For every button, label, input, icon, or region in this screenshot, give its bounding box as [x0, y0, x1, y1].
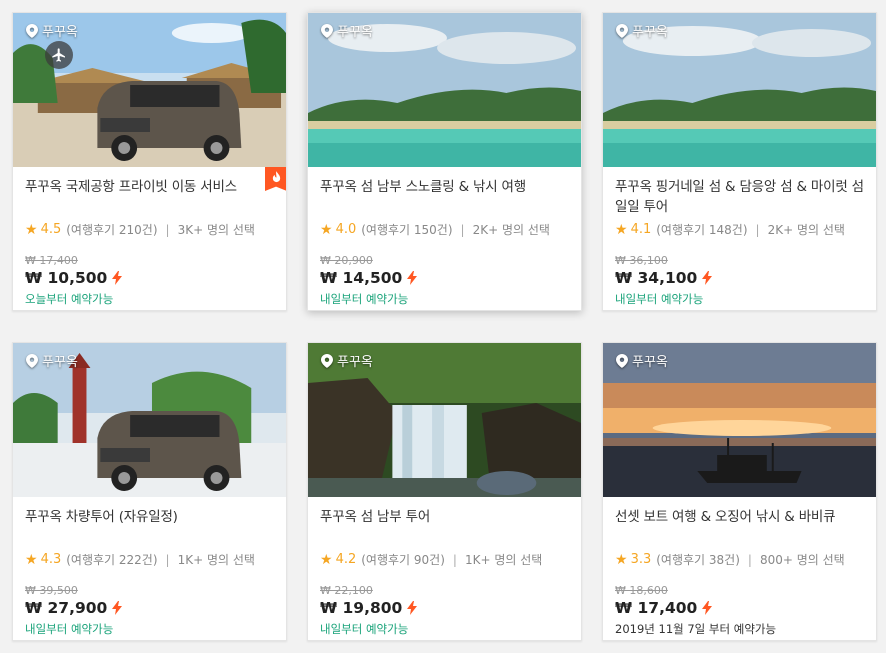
rating-value: 4.1 [630, 222, 652, 237]
review-count: (여행후기 210건) [66, 223, 158, 237]
product-image[interactable]: 푸꾸옥 [13, 343, 286, 497]
product-card-island-tour[interactable]: 푸꾸옥 푸꾸옥 핑거네일 섬 & 담응앙 섬 & 마이럿 섬 일일 투어 ★ 4… [602, 12, 877, 311]
product-title: 푸꾸옥 핑거네일 섬 & 담응앙 섬 & 마이럿 섬 일일 투어 [615, 179, 864, 215]
rating-row: ★ 4.0 (여행후기 150건) | 2K+ 명의 선택 [320, 221, 569, 238]
availability-text: 내일부터 예약가능 [615, 292, 704, 306]
location-pin-icon [26, 23, 38, 38]
sale-price: ₩ 19,800 [320, 599, 403, 617]
rating-row: ★ 3.3 (여행후기 38건) | 800+ 명의 선택 [615, 551, 864, 568]
review-count: (여행후기 90건) [361, 553, 445, 567]
review-count: (여행후기 148건) [656, 223, 748, 237]
lightning-icon [112, 271, 123, 285]
selection-count: 2K+ 명의 선택 [767, 223, 845, 237]
location-label: 푸꾸옥 [616, 351, 668, 370]
star-icon: ★ [615, 551, 628, 568]
product-card-car-tour[interactable]: 푸꾸옥 푸꾸옥 차량투어 (자유일정) ★ 4.3 (여행후기 222건) | … [12, 342, 287, 641]
product-title: 푸꾸옥 차량투어 (자유일정) [25, 509, 178, 525]
location-pin-icon [616, 353, 628, 368]
location-label: 푸꾸옥 [321, 351, 373, 370]
selection-count: 2K+ 명의 선택 [472, 223, 550, 237]
sale-price: ₩ 10,500 [25, 269, 108, 287]
sale-price-row: ₩ 10,500 [25, 269, 274, 287]
product-card-south-tour[interactable]: 푸꾸옥 푸꾸옥 섬 남부 투어 ★ 4.2 (여행후기 90건) | 1K+ 명… [307, 342, 582, 641]
sale-price-row: ₩ 27,900 [25, 599, 274, 617]
sale-price-row: ₩ 19,800 [320, 599, 569, 617]
location-label: 푸꾸옥 [26, 21, 78, 40]
location-pin-icon [321, 353, 333, 368]
divider: | [452, 552, 457, 567]
product-card-airport-transfer[interactable]: 푸꾸옥 푸꾸옥 국제공항 프라이빗 이동 서비스 ★ 4.5 (여행후기 210… [12, 12, 287, 311]
divider: | [755, 222, 760, 237]
star-icon: ★ [320, 221, 333, 238]
availability-text: 2019년 11월 7일 부터 예약가능 [615, 622, 777, 636]
original-price: ₩ 17,400 [25, 254, 78, 267]
rating-row: ★ 4.1 (여행후기 148건) | 2K+ 명의 선택 [615, 221, 864, 238]
sale-price-row: ₩ 17,400 [615, 599, 864, 617]
original-price: ₩ 22,100 [320, 584, 373, 597]
product-title: 푸꾸옥 섬 남부 투어 [320, 509, 431, 525]
product-card-sunset-boat[interactable]: 푸꾸옥 선셋 보트 여행 & 오징어 낚시 & 바비큐 ★ 3.3 (여행후기 … [602, 342, 877, 641]
availability-text: 내일부터 예약가능 [25, 622, 114, 636]
review-count: (여행후기 150건) [361, 223, 453, 237]
rating-row: ★ 4.2 (여행후기 90건) | 1K+ 명의 선택 [320, 551, 569, 568]
original-price: ₩ 36,100 [615, 254, 668, 267]
star-icon: ★ [320, 551, 333, 568]
divider: | [165, 222, 170, 237]
availability-text: 내일부터 예약가능 [320, 622, 409, 636]
product-image[interactable]: 푸꾸옥 [13, 13, 286, 167]
plane-icon [45, 41, 73, 69]
review-count: (여행후기 222건) [66, 553, 158, 567]
lightning-icon [407, 601, 418, 615]
lightning-icon [702, 601, 713, 615]
sale-price-row: ₩ 14,500 [320, 269, 569, 287]
product-title: 푸꾸옥 섬 남부 스노클링 & 낚시 여행 [320, 179, 526, 195]
product-grid: 푸꾸옥 푸꾸옥 국제공항 프라이빗 이동 서비스 ★ 4.5 (여행후기 210… [0, 0, 886, 653]
sale-price: ₩ 14,500 [320, 269, 403, 287]
location-pin-icon [26, 353, 38, 368]
sale-price: ₩ 17,400 [615, 599, 698, 617]
selection-count: 800+ 명의 선택 [759, 553, 845, 567]
selection-count: 3K+ 명의 선택 [177, 223, 255, 237]
product-image[interactable]: 푸꾸옥 [603, 343, 876, 497]
lightning-icon [407, 271, 418, 285]
rating-value: 4.0 [335, 222, 357, 237]
rating-value: 4.5 [40, 222, 62, 237]
product-image[interactable]: 푸꾸옥 [308, 343, 581, 497]
rating-value: 4.2 [335, 552, 357, 567]
divider: | [460, 222, 465, 237]
flame-icon [272, 171, 280, 183]
review-count: (여행후기 38건) [656, 553, 740, 567]
rating-row: ★ 4.5 (여행후기 210건) | 3K+ 명의 선택 [25, 221, 274, 238]
location-label: 푸꾸옥 [26, 351, 78, 370]
sale-price-row: ₩ 34,100 [615, 269, 864, 287]
product-title: 푸꾸옥 국제공항 프라이빗 이동 서비스 [25, 179, 237, 195]
product-title: 선셋 보트 여행 & 오징어 낚시 & 바비큐 [615, 509, 836, 525]
original-price: ₩ 20,900 [320, 254, 373, 267]
rating-value: 3.3 [630, 552, 652, 567]
location-pin-icon [616, 23, 628, 38]
star-icon: ★ [25, 551, 38, 568]
product-image[interactable]: 푸꾸옥 [308, 13, 581, 167]
selection-count: 1K+ 명의 선택 [464, 553, 543, 567]
divider: | [747, 552, 752, 567]
availability-text: 오늘부터 예약가능 [25, 292, 114, 306]
product-card-snorkeling[interactable]: 푸꾸옥 푸꾸옥 섬 남부 스노클링 & 낚시 여행 ★ 4.0 (여행후기 15… [307, 12, 582, 311]
availability-text: 내일부터 예약가능 [320, 292, 409, 306]
selection-count: 1K+ 명의 선택 [177, 553, 255, 567]
location-label: 푸꾸옥 [616, 21, 668, 40]
star-icon: ★ [615, 221, 628, 238]
star-icon: ★ [25, 221, 38, 238]
product-image[interactable]: 푸꾸옥 [603, 13, 876, 167]
location-pin-icon [321, 23, 333, 38]
rating-row: ★ 4.3 (여행후기 222건) | 1K+ 명의 선택 [25, 551, 274, 568]
rating-value: 4.3 [40, 552, 62, 567]
lightning-icon [112, 601, 123, 615]
sale-price: ₩ 34,100 [615, 269, 698, 287]
original-price: ₩ 18,600 [615, 584, 668, 597]
original-price: ₩ 39,500 [25, 584, 78, 597]
divider: | [165, 552, 170, 567]
sale-price: ₩ 27,900 [25, 599, 108, 617]
location-label: 푸꾸옥 [321, 21, 373, 40]
lightning-icon [702, 271, 713, 285]
